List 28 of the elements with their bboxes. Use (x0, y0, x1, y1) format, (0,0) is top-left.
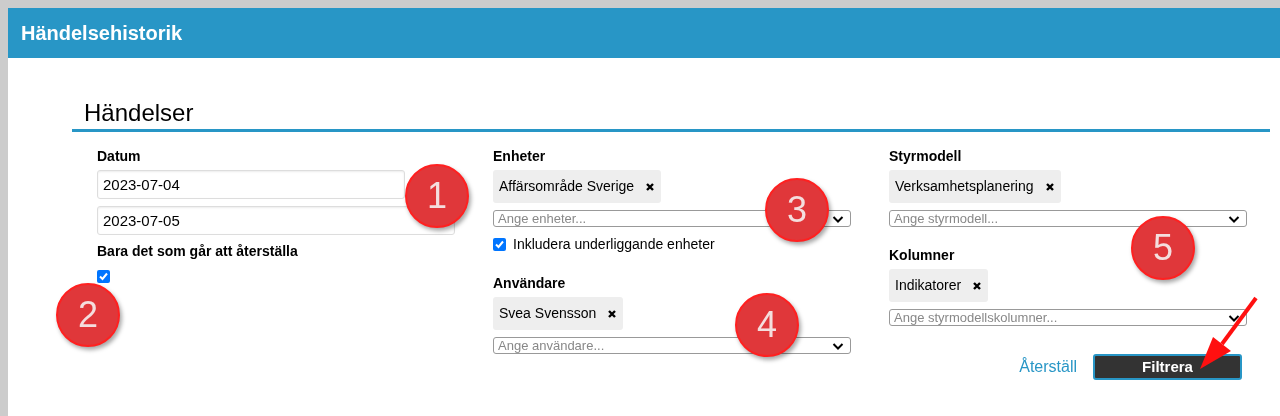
check-icon (98, 271, 109, 282)
selected-tag[interactable]: Verksamhetsplanering (889, 170, 1061, 203)
remove-icon (1044, 181, 1055, 192)
selected-tag[interactable]: Indikatorer (889, 269, 989, 302)
selected-tag[interactable]: Svea Svensson (493, 297, 624, 330)
chevron-down-icon (832, 214, 844, 223)
remove-icon (607, 308, 618, 319)
field-label: Användare (493, 275, 567, 291)
chevron-down-icon (1228, 313, 1240, 322)
section-title: Händelser (84, 99, 194, 126)
chevron-down-icon (832, 341, 844, 350)
select-field[interactable]: Ange styrmodell... (889, 210, 1247, 227)
checkbox[interactable] (493, 238, 506, 251)
selected-tag[interactable]: Affärsområde Sverige (493, 170, 662, 203)
remove-icon (645, 181, 656, 192)
select-field[interactable]: Ange styrmodellskolumner... (889, 309, 1247, 326)
field-label: Datum (97, 148, 142, 164)
field-label: Enheter (493, 148, 547, 164)
remove-icon (972, 280, 983, 291)
window-title: Händelsehistorik (21, 21, 183, 46)
field-label: Bara det som går att återställa (97, 243, 299, 259)
filter-button[interactable]: Filtrera (1093, 354, 1242, 380)
check-icon (494, 239, 505, 250)
date-field[interactable]: 2023-07-04 (97, 170, 405, 199)
chevron-down-icon (1228, 214, 1240, 223)
checkbox[interactable] (97, 270, 110, 283)
field-label: Styrmodell (889, 148, 963, 164)
checkbox-label: Inkludera underliggande enheter (513, 235, 715, 254)
